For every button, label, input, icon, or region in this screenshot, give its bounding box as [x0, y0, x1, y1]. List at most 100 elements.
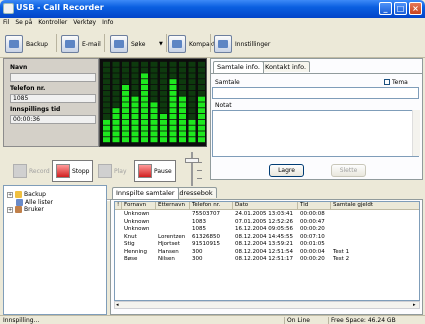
level-segment: [169, 90, 177, 96]
level-segment: [122, 85, 129, 90]
column-header-time[interactable]: Tid: [298, 202, 331, 210]
email-label: E-mail: [82, 40, 101, 48]
backup-icon: [5, 35, 23, 53]
tab-conversation-info[interactable]: Samtale info.: [213, 61, 264, 73]
level-segment: [150, 67, 158, 73]
table-cell: [156, 226, 190, 234]
audio-level-visualizer: [99, 58, 207, 147]
level-segment: [112, 67, 120, 73]
level-segment: [188, 96, 196, 102]
note-scrollbar[interactable]: [412, 110, 420, 156]
maximize-button[interactable]: □: [394, 2, 407, 15]
delete-button[interactable]: Slette: [331, 164, 366, 177]
table-cell: [331, 219, 419, 227]
level-segment: [122, 73, 129, 79]
note-textarea[interactable]: [212, 110, 419, 157]
column-header-date[interactable]: Dato: [233, 202, 298, 210]
close-button[interactable]: ×: [409, 2, 422, 15]
column-header-lastname[interactable]: Etternavn: [156, 202, 190, 210]
expand-icon[interactable]: +: [7, 191, 13, 198]
search-dropdown-arrow-icon[interactable]: ▼: [159, 41, 163, 47]
level-segment: [188, 61, 196, 67]
level-segment: [188, 85, 196, 90]
level-segment: [112, 137, 120, 143]
play-button[interactable]: Play: [98, 160, 127, 182]
level-segment: [160, 102, 167, 108]
table-cell: 75503707: [192, 211, 220, 217]
email-button[interactable]: E-mail: [61, 32, 101, 56]
level-segment: [169, 85, 177, 90]
tree-item-backup[interactable]: + Backup: [7, 191, 46, 198]
level-segment: [188, 137, 196, 143]
compact-button[interactable]: Kompakt: [168, 32, 215, 56]
tab-recorded-calls[interactable]: Innspilte samtaler: [112, 187, 179, 199]
samtale-input[interactable]: [212, 87, 419, 99]
level-segment: [112, 79, 120, 85]
menu-view[interactable]: Se på: [12, 18, 35, 26]
level-segment: [122, 108, 129, 114]
pause-button[interactable]: Pause: [134, 160, 176, 182]
title-bar[interactable]: USB - Call Recorder _ □ ×: [0, 0, 425, 18]
level-segment: [103, 67, 110, 73]
level-segment: [112, 102, 120, 108]
table-cell: [331, 211, 419, 219]
level-segment: [179, 131, 186, 137]
level-segment: [160, 85, 167, 90]
level-segment: [103, 125, 110, 131]
table-cell: 300: [192, 248, 203, 255]
scroll-right-icon[interactable]: ▸: [413, 303, 418, 308]
level-segment: [160, 114, 167, 119]
theme-checkbox[interactable]: [384, 79, 390, 85]
menu-control[interactable]: Kontroller: [35, 18, 70, 26]
table-row[interactable]: Henning Hansen 300 08.12.2004 12:51:54 00:00…: [115, 248, 419, 257]
minimize-button[interactable]: _: [379, 2, 392, 15]
level-segment: [141, 131, 148, 137]
tree-item-users[interactable]: + Bruker: [7, 206, 44, 213]
record-button[interactable]: Record: [13, 160, 50, 182]
settings-button[interactable]: Innstillinger: [214, 32, 270, 56]
table-cell: Test 2: [333, 256, 350, 262]
table-row[interactable]: Unknown 1083 07.01.2005 12:52:26 00:00:47: [115, 219, 419, 227]
scroll-left-icon[interactable]: ◂: [116, 303, 121, 308]
menu-tools[interactable]: Verktøy: [70, 18, 99, 26]
table-row[interactable]: Stig Hjortset 91510915 08.12.2004 13:59:21 0…: [115, 241, 419, 249]
phone-value: 1085: [10, 94, 96, 103]
menu-info[interactable]: Info: [99, 18, 116, 26]
table-horizontal-scrollbar[interactable]: ◂ ▸: [114, 301, 420, 309]
compact-label: Kompakt: [189, 40, 216, 48]
level-segment: [122, 96, 129, 102]
table-cell: 00:00:04: [300, 248, 325, 255]
level-segment: [150, 73, 158, 79]
expand-icon[interactable]: +: [7, 206, 13, 213]
status-text: Innspilling...: [3, 317, 40, 324]
level-segment: [160, 131, 167, 137]
table-cell: 08.12.2004 12:51:54: [235, 248, 293, 255]
table-row[interactable]: Bøse Nilsen 300 08.12.2004 12:51:17 00:00:20…: [115, 256, 419, 264]
stop-button[interactable]: Stopp: [52, 160, 94, 182]
column-header-phone[interactable]: Telefon nr.: [190, 202, 233, 210]
level-segment: [131, 90, 139, 96]
level-segment: [198, 96, 205, 102]
backup-button[interactable]: Backup: [5, 32, 48, 56]
tab-contact-info[interactable]: Kontakt info.: [261, 61, 311, 72]
recording-time-label: Innspillings tid: [10, 106, 61, 113]
table-row[interactable]: Unknown 75503707 24.01.2005 13:03:41 00:00:…: [115, 211, 419, 219]
level-segment: [179, 137, 186, 143]
compact-icon: [168, 35, 186, 53]
column-header-firstname[interactable]: Fornavn: [122, 202, 156, 210]
level-segment: [169, 96, 177, 102]
level-segment: [198, 79, 205, 85]
column-header-flag[interactable]: !: [115, 202, 122, 210]
table-row[interactable]: Knut Lorentzen 61326850 08.12.2004 14:45:55…: [115, 234, 419, 242]
level-segment: [131, 108, 139, 114]
column-header-subject[interactable]: Samtale gjeldt: [331, 202, 419, 210]
search-button[interactable]: Søke: [110, 32, 145, 56]
tree-item-all-lists[interactable]: Alle lister: [16, 199, 53, 206]
table-cell: [115, 219, 122, 227]
level-segment: [169, 61, 177, 67]
volume-slider[interactable]: [181, 152, 203, 186]
save-button[interactable]: Lagre: [269, 164, 304, 177]
menu-file[interactable]: Fil: [0, 18, 12, 26]
table-row[interactable]: Unknown 1085 16.12.2004 09:05:56 00:00:20: [115, 226, 419, 234]
level-segment: [112, 108, 120, 114]
